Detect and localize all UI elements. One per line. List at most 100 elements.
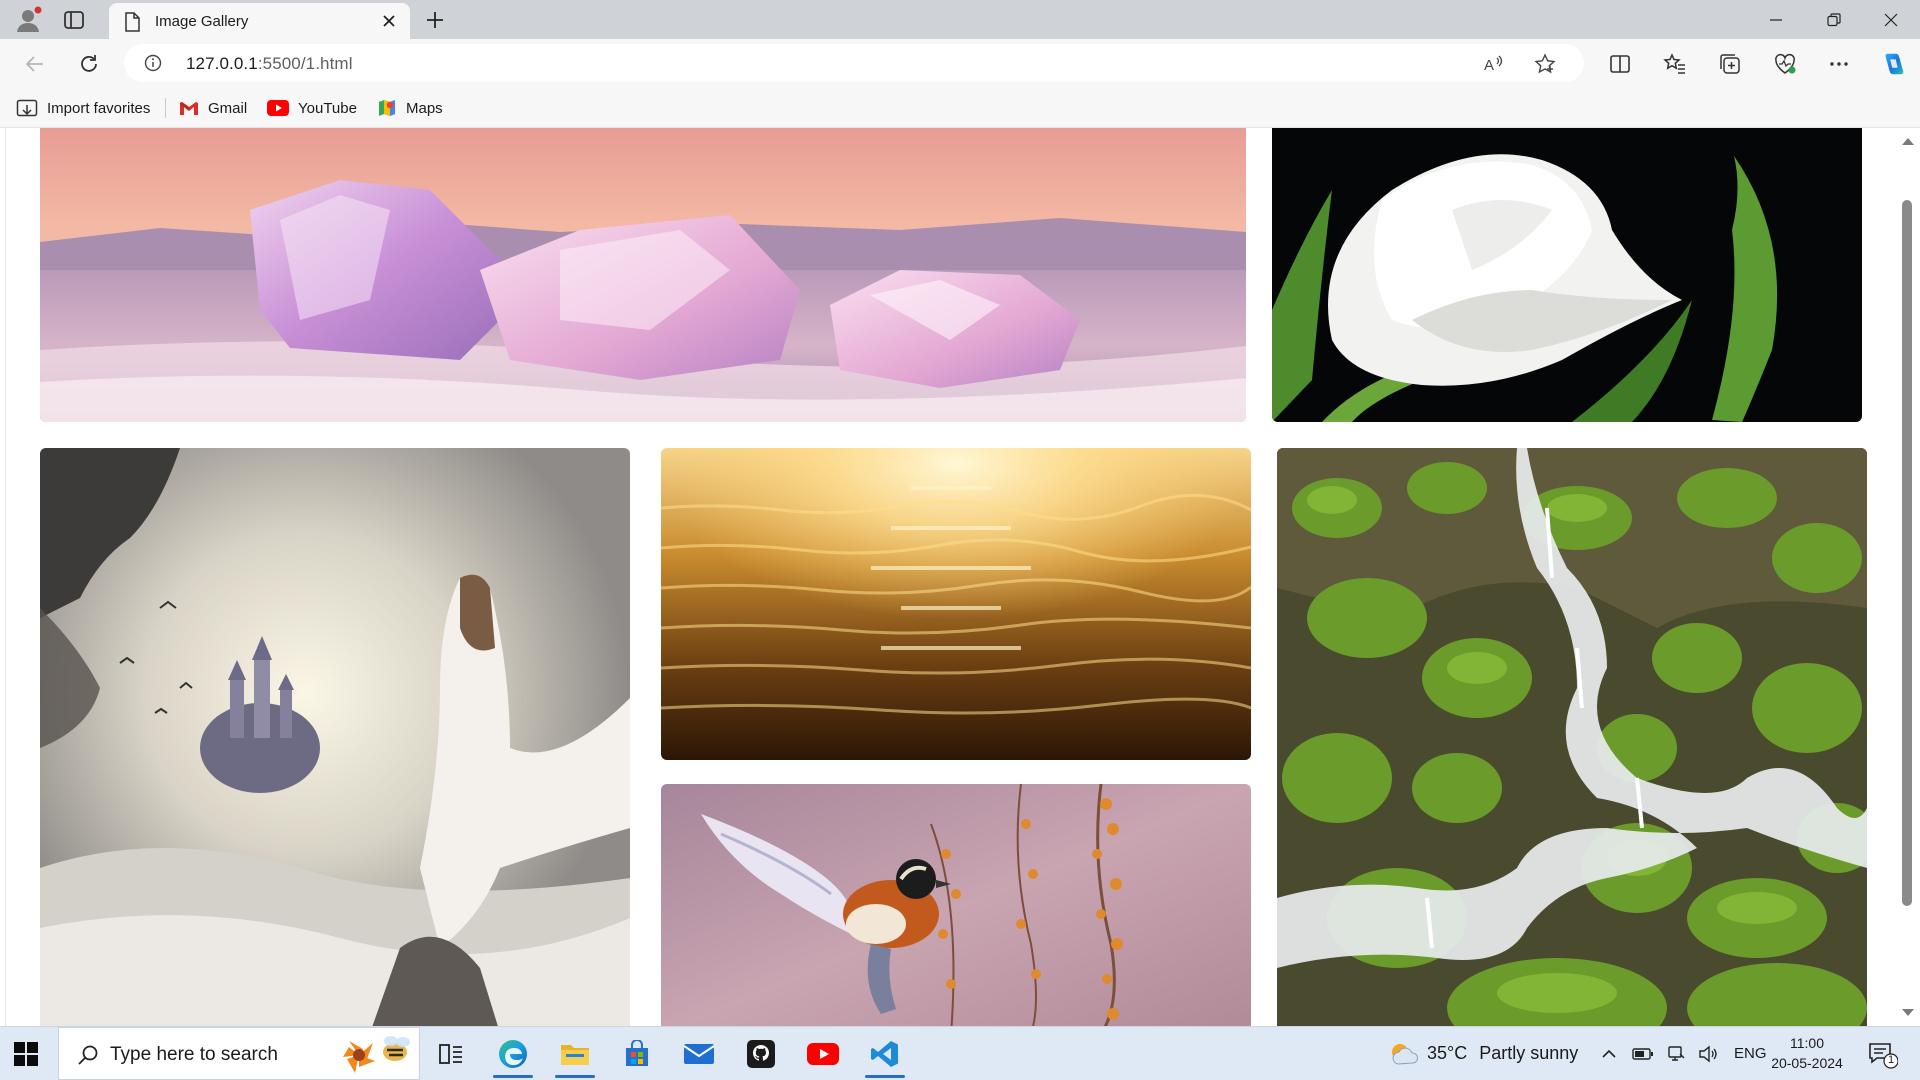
refresh-button[interactable] <box>74 49 104 79</box>
mossy-stream-image <box>1277 448 1867 1026</box>
close-icon <box>1884 13 1898 26</box>
tab-title: Image Gallery <box>155 13 249 30</box>
browser-titlebar: Image Gallery <box>0 0 1920 39</box>
github-icon <box>747 1039 775 1068</box>
search-highlight-art-icon <box>343 1036 410 1073</box>
scroll-down-arrow-icon[interactable] <box>1902 1009 1914 1016</box>
split-screen-icon <box>1610 55 1630 73</box>
more-icon <box>1830 62 1848 66</box>
maps-icon <box>379 100 395 116</box>
taskbar-search-box[interactable]: Type here to search <box>58 1027 420 1080</box>
gmail-icon <box>180 102 198 115</box>
tab-actions-icon[interactable] <box>63 9 85 31</box>
weather-widget[interactable]: 35°C Partly sunny <box>1388 1027 1578 1080</box>
notification-count: 1 <box>1887 1054 1895 1066</box>
taskbar-edge[interactable] <box>485 1027 541 1080</box>
site-info-icon[interactable] <box>144 54 162 72</box>
tab-image-gallery[interactable]: Image Gallery <box>109 3 410 39</box>
url-host: 127.0.0.1 <box>186 54 258 73</box>
close-window-button[interactable] <box>1862 0 1920 39</box>
scroll-up-arrow-icon[interactable] <box>1902 138 1914 145</box>
taskbar-github[interactable] <box>733 1027 789 1080</box>
chevron-up-icon[interactable] <box>1600 1045 1618 1063</box>
collections-icon <box>1720 54 1740 74</box>
taskbar-file-explorer[interactable] <box>547 1027 603 1080</box>
minimize-icon <box>1770 18 1782 21</box>
file-explorer-icon <box>561 1044 589 1065</box>
white-tulip-image <box>1272 128 1862 422</box>
favorite-import[interactable]: Import favorites <box>16 97 150 119</box>
url-path: :5500/1.html <box>257 54 353 73</box>
browser-essentials-icon <box>1775 53 1796 74</box>
bird-branch-image <box>661 784 1251 1026</box>
restore-button[interactable] <box>1805 0 1863 39</box>
svg-text:A: A <box>1484 57 1494 74</box>
new-tab-icon[interactable] <box>423 8 447 32</box>
golden-water-image <box>661 448 1251 760</box>
favorite-label: Gmail <box>208 99 248 117</box>
clock-time: 11:00 <box>1790 1035 1824 1051</box>
volume-icon[interactable] <box>1698 1045 1718 1063</box>
search-icon <box>78 1045 98 1065</box>
collections-button[interactable] <box>1717 51 1743 77</box>
copilot-icon <box>1885 53 1904 75</box>
taskbar-vscode[interactable] <box>857 1027 913 1080</box>
task-view-icon <box>439 1043 462 1064</box>
browser-toolbar: 127.0.0.1:5500/1.html A <box>0 39 1920 89</box>
taskbar-store[interactable] <box>609 1027 665 1080</box>
taskbar-youtube[interactable] <box>795 1027 851 1080</box>
page-viewport <box>0 128 1920 1026</box>
minimize-button[interactable] <box>1747 0 1805 39</box>
clock-date: 20-05-2024 <box>1771 1055 1843 1071</box>
white-tulip-photo[interactable] <box>1272 128 1862 422</box>
notification-center-button[interactable]: 1 <box>1868 1041 1899 1069</box>
favorites-separator <box>165 98 166 118</box>
bird-branch-photo[interactable] <box>661 784 1251 1026</box>
taskbar-task-view[interactable] <box>423 1027 479 1080</box>
fantasy-castle-image <box>40 448 630 1026</box>
more-options-button[interactable] <box>1826 51 1852 77</box>
address-bar[interactable]: 127.0.0.1:5500/1.html A <box>124 44 1584 82</box>
favorites-button[interactable] <box>1662 51 1688 77</box>
fantasy-castle-photo[interactable] <box>40 448 630 1026</box>
windows-taskbar: Type here to search 35°C Partly sunny EN… <box>0 1026 1920 1080</box>
taskbar-mail[interactable] <box>671 1027 727 1080</box>
weather-condition: Partly sunny <box>1479 1043 1579 1063</box>
favorite-label: YouTube <box>298 99 357 117</box>
vscode-icon <box>871 1040 898 1067</box>
profile-icon[interactable] <box>14 6 42 34</box>
crystal-rocks-photo[interactable] <box>40 128 1246 422</box>
favorite-youtube[interactable]: YouTube <box>267 97 357 119</box>
youtube-app-icon <box>807 1042 839 1065</box>
split-screen-button[interactable] <box>1607 51 1633 77</box>
back-button[interactable] <box>20 49 50 79</box>
golden-water-photo[interactable] <box>661 448 1251 760</box>
refresh-icon <box>81 55 97 72</box>
taskbar-clock[interactable]: 11:00 20-05-2024 <box>1757 1033 1857 1073</box>
microsoft-store-icon <box>626 1039 648 1066</box>
search-placeholder: Type here to search <box>110 1044 278 1065</box>
mossy-stream-photo[interactable] <box>1277 448 1867 1026</box>
system-tray: ENG <box>1600 1027 1767 1080</box>
page-scrollbar[interactable] <box>1894 128 1920 1026</box>
import-favorites-icon <box>16 99 38 117</box>
copilot-button[interactable] <box>1880 51 1906 77</box>
windows-start-icon[interactable] <box>13 1041 39 1067</box>
partly-sunny-icon <box>1392 1043 1418 1065</box>
browser-essentials-button[interactable] <box>1772 51 1798 77</box>
battery-icon[interactable] <box>1632 1046 1654 1062</box>
mail-icon <box>683 1043 715 1064</box>
crystal-rocks-image <box>40 128 1246 422</box>
favorite-star-icon[interactable] <box>1534 53 1556 75</box>
network-icon[interactable] <box>1666 1045 1686 1063</box>
read-aloud-icon[interactable]: A <box>1482 53 1504 75</box>
close-tab-icon[interactable] <box>380 12 398 30</box>
scroll-thumb[interactable] <box>1902 200 1912 906</box>
favorites-bar: Import favorites Gmail YouTube Maps <box>0 89 1920 128</box>
favorite-label: Maps <box>406 99 443 117</box>
favorites-icon <box>1663 53 1685 74</box>
favorite-gmail[interactable]: Gmail <box>179 97 247 119</box>
favorite-maps[interactable]: Maps <box>377 97 443 119</box>
gallery-grid <box>5 128 1903 1026</box>
url-text[interactable]: 127.0.0.1:5500/1.html <box>186 54 353 74</box>
